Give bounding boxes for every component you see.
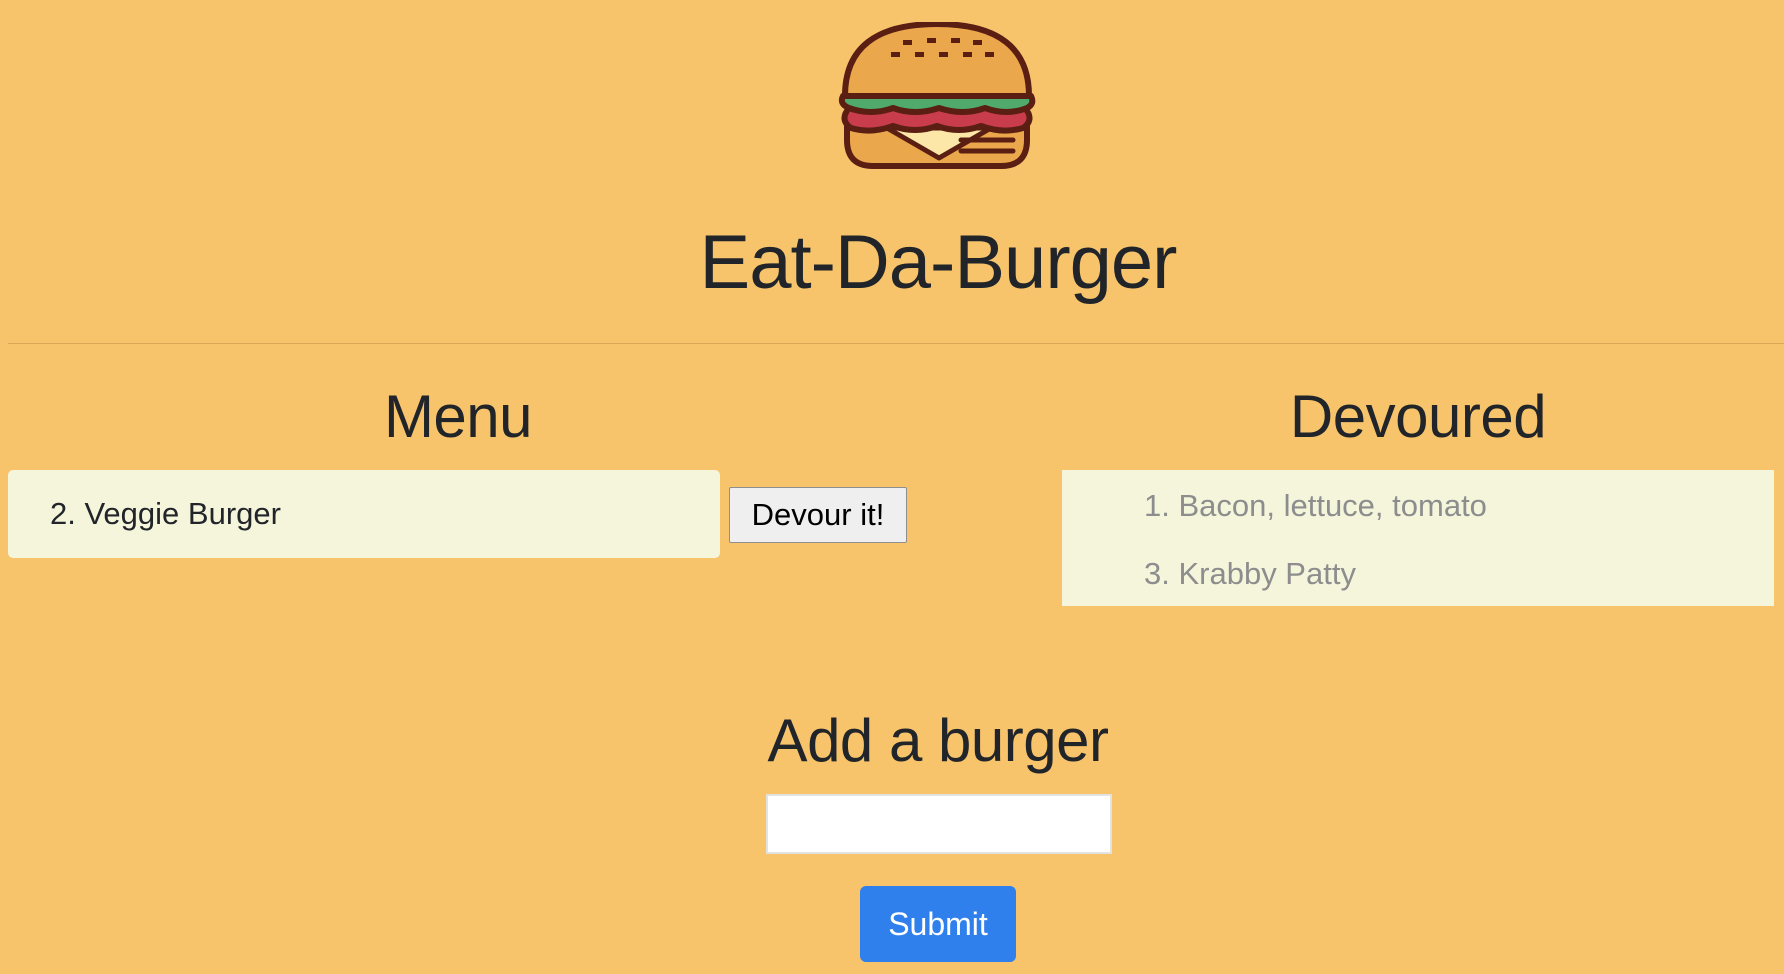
devoured-list: 1. Bacon, lettuce, tomato 3. Krabby Patt… <box>1062 470 1774 606</box>
add-burger-heading: Add a burger <box>767 707 1109 774</box>
submit-button[interactable]: Submit <box>860 886 1016 962</box>
page: Eat-Da-Burger Menu Devoured 2. Veggie Bu… <box>0 0 1784 974</box>
devour-button[interactable]: Devour it! <box>729 487 907 543</box>
devoured-heading: Devoured <box>1289 383 1547 450</box>
header-divider <box>8 343 1784 344</box>
menu-list-item: 2. Veggie Burger <box>8 470 720 558</box>
menu-heading: Menu <box>383 383 533 450</box>
devoured-list-item: 1. Bacon, lettuce, tomato <box>1144 488 1487 523</box>
page-title: Eat-Da-Burger <box>699 220 1178 305</box>
devoured-list-item: 3. Krabby Patty <box>1144 556 1356 591</box>
burger-icon <box>835 21 1039 170</box>
burger-name-input[interactable] <box>766 794 1112 854</box>
